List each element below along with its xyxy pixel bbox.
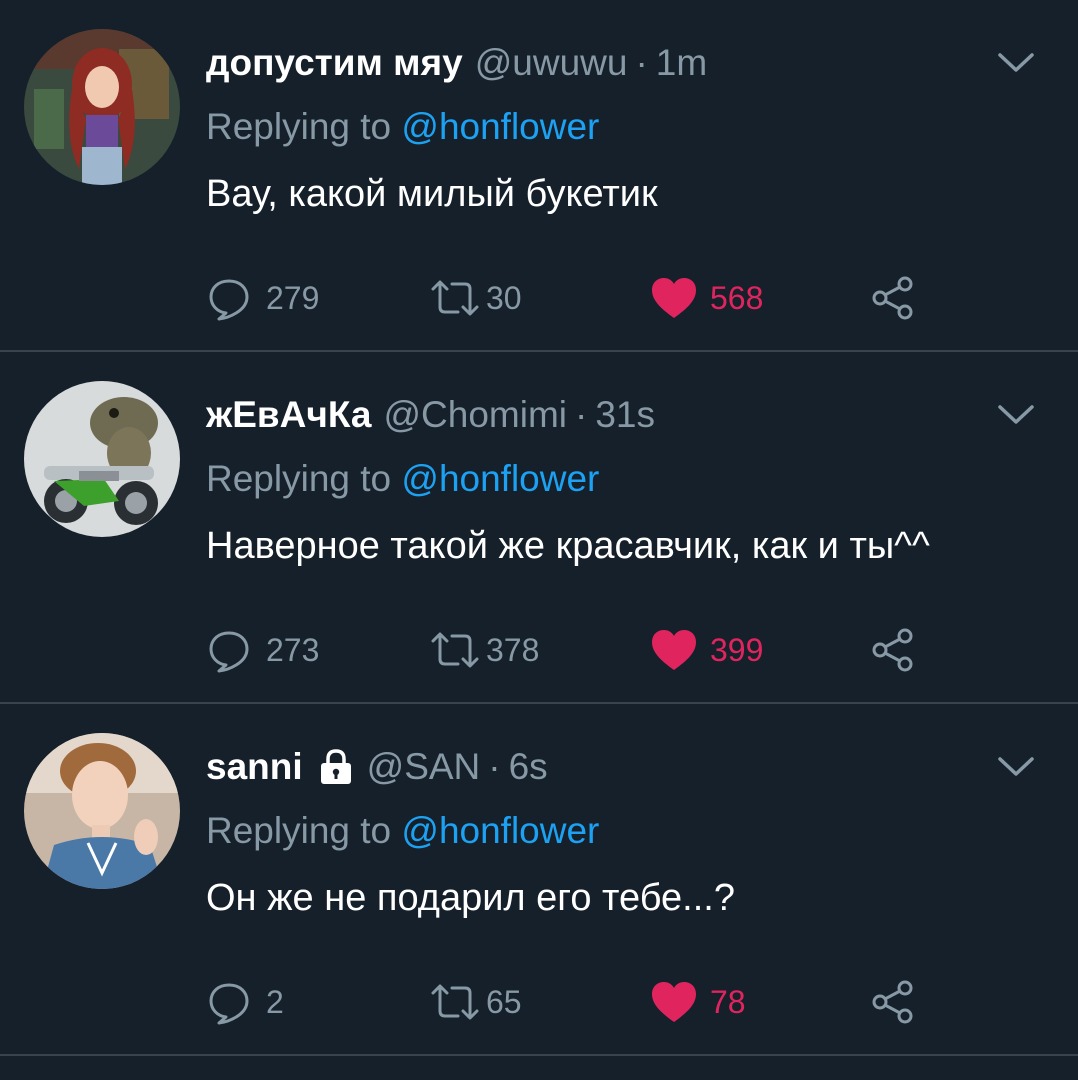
- timestamp[interactable]: 6s: [509, 746, 548, 788]
- replying-to-label: Replying to: [206, 810, 402, 851]
- retweet-button[interactable]: 30: [428, 270, 522, 326]
- like-count: 78: [710, 983, 746, 1020]
- separator-dot: ·: [635, 42, 648, 83]
- tweet-text: Вау, какой милый букетик: [206, 173, 658, 215]
- like-count: 568: [710, 279, 764, 316]
- display-name[interactable]: допустим мяу: [206, 42, 463, 84]
- display-name[interactable]: жЕвАчКа: [206, 394, 371, 436]
- reply-count: 279: [266, 279, 320, 316]
- user-handle[interactable]: @SAN: [367, 746, 481, 788]
- share-icon: [872, 980, 913, 1024]
- reply-count: 2: [266, 983, 284, 1020]
- avatar-woman-icon: [24, 29, 180, 185]
- share-button[interactable]: [870, 974, 916, 1030]
- like-button[interactable]: 78: [650, 974, 746, 1030]
- user-handle[interactable]: @uwuwu: [475, 42, 628, 84]
- timestamp[interactable]: 31s: [595, 394, 655, 436]
- retweet-button[interactable]: 378: [428, 622, 539, 678]
- replying-to: Replying to @honflower: [206, 810, 599, 852]
- retweet-button[interactable]: 65: [428, 974, 522, 1030]
- share-icon: [872, 276, 913, 320]
- chevron-down-icon[interactable]: [996, 402, 1036, 428]
- separator-dot: ·: [488, 746, 501, 787]
- avatar-man-icon: [24, 733, 180, 889]
- heart-icon: [652, 630, 696, 670]
- reply-icon: [209, 631, 249, 673]
- like-button[interactable]: 399: [650, 622, 763, 678]
- reply-button[interactable]: 273: [206, 622, 319, 678]
- tweet[interactable]: жЕвАчКа @Chomimi · 31s Replying to @honf…: [0, 352, 1078, 704]
- like-count: 399: [710, 631, 764, 668]
- reply-button[interactable]: 279: [206, 270, 319, 326]
- share-icon: [872, 628, 913, 672]
- retweet-icon: [431, 280, 479, 316]
- tweet-text: Он же не подарил его тебе...?: [206, 877, 735, 919]
- tweet-actions: 273 378 399: [206, 622, 966, 678]
- avatar[interactable]: [24, 733, 180, 889]
- retweet-count: 65: [486, 983, 522, 1020]
- tweet-header: допустим мяу @uwuwu · 1m: [206, 38, 707, 88]
- replying-to-label: Replying to: [206, 106, 402, 147]
- reply-icon: [209, 983, 249, 1025]
- tweet-actions: 2 65 78: [206, 974, 966, 1030]
- tweet[interactable]: допустим мяу @uwuwu · 1m Replying to @ho…: [0, 0, 1078, 352]
- chevron-down-icon[interactable]: [996, 754, 1036, 780]
- tweet[interactable]: sanni @SAN · 6s Replying to @honflower О…: [0, 704, 1078, 1056]
- mention-link[interactable]: @honflower: [401, 810, 599, 851]
- share-button[interactable]: [870, 622, 916, 678]
- retweet-count: 378: [486, 631, 540, 668]
- heart-icon: [652, 982, 696, 1022]
- display-name[interactable]: sanni: [206, 746, 303, 788]
- tweet-header: жЕвАчКа @Chomimi · 31s: [206, 390, 655, 440]
- replying-to: Replying to @honflower: [206, 106, 599, 148]
- reply-button[interactable]: 2: [206, 974, 284, 1030]
- like-button[interactable]: 568: [650, 270, 763, 326]
- mention-link[interactable]: @honflower: [401, 458, 599, 499]
- tweet-feed: допустим мяу @uwuwu · 1m Replying to @ho…: [0, 0, 1078, 1080]
- retweet-icon: [431, 984, 479, 1020]
- reply-count: 273: [266, 631, 320, 668]
- chevron-down-icon[interactable]: [996, 50, 1036, 76]
- retweet-icon: [431, 632, 479, 668]
- replying-to: Replying to @honflower: [206, 458, 599, 500]
- reply-icon: [209, 279, 249, 321]
- avatar-frog-motorcycle-icon: [24, 381, 180, 537]
- retweet-count: 30: [486, 279, 522, 316]
- tweet-header: sanni @SAN · 6s: [206, 742, 548, 792]
- timestamp[interactable]: 1m: [656, 42, 707, 84]
- avatar[interactable]: [24, 29, 180, 185]
- mention-link[interactable]: @honflower: [401, 106, 599, 147]
- lock-icon: [320, 749, 351, 784]
- separator-dot: ·: [575, 394, 588, 435]
- tweet-actions: 279 30 568: [206, 270, 966, 326]
- share-button[interactable]: [870, 270, 916, 326]
- user-handle[interactable]: @Chomimi: [383, 394, 567, 436]
- replying-to-label: Replying to: [206, 458, 402, 499]
- tweet-text: Наверное такой же красавчик, как и ты^^: [206, 525, 930, 567]
- heart-icon: [652, 278, 696, 318]
- avatar[interactable]: [24, 381, 180, 537]
